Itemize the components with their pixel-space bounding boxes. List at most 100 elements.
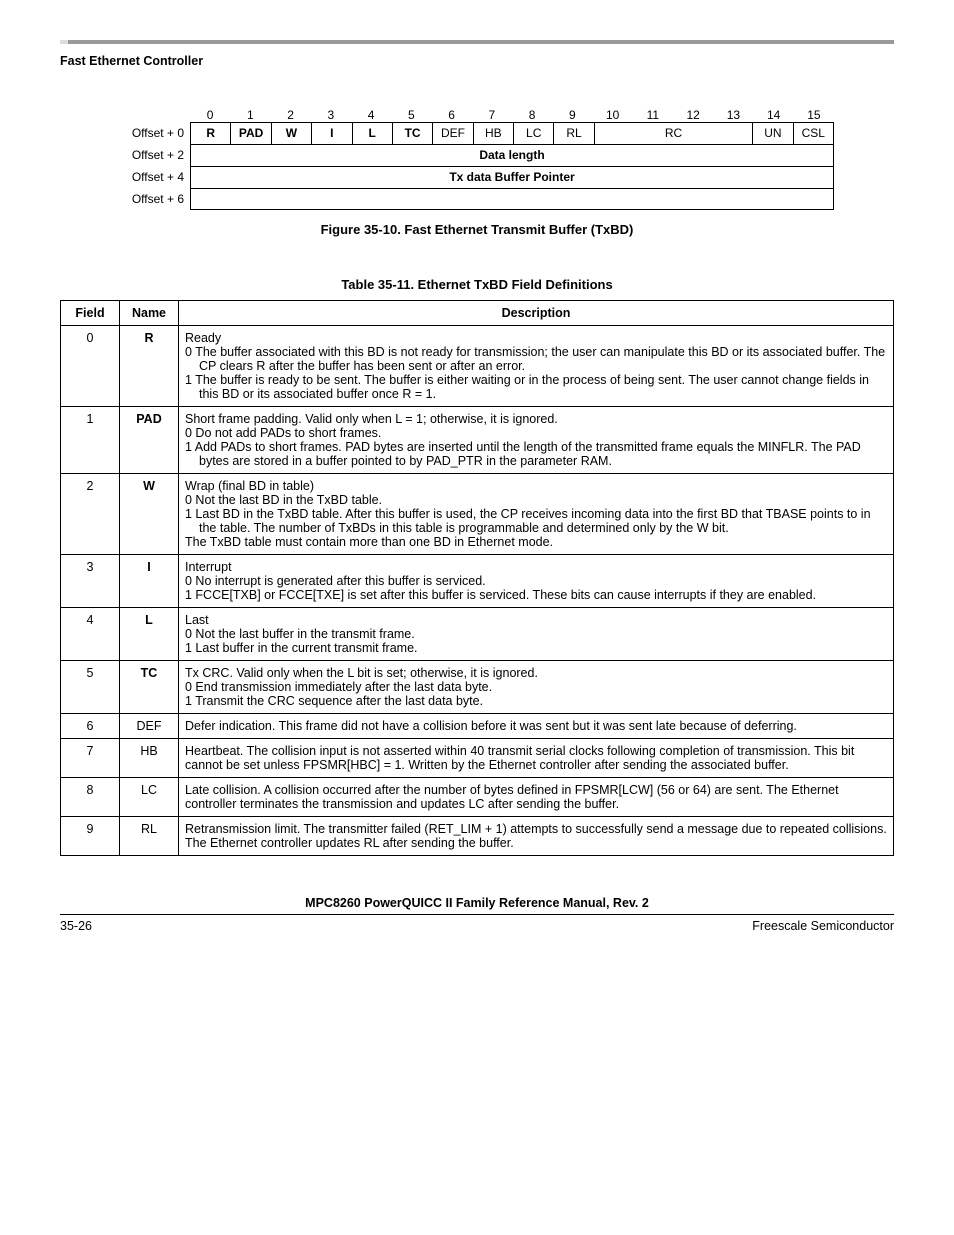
name-cell: PAD	[120, 407, 179, 474]
field-cell: 8	[61, 778, 120, 817]
bit-number: 0	[190, 108, 230, 122]
bit-number: 10	[593, 108, 633, 122]
bit-diagram: 0123456789101112131415 Offset + 0RPADWIL…	[120, 108, 834, 210]
bit-number: 6	[432, 108, 472, 122]
bit-cell: LC	[514, 123, 554, 144]
section-title: Fast Ethernet Controller	[60, 54, 894, 68]
offset-label: Offset + 4	[120, 166, 190, 188]
description-cell: Wrap (final BD in table)0 Not the last B…	[179, 474, 894, 555]
bit-cell: R	[191, 123, 231, 144]
table-row: 2WWrap (final BD in table)0 Not the last…	[61, 474, 894, 555]
description-cell: Retransmission limit. The transmitter fa…	[179, 817, 894, 856]
description-line: Retransmission limit. The transmitter fa…	[185, 822, 887, 850]
bit-number: 15	[794, 108, 834, 122]
bit-cell: RC	[595, 123, 754, 144]
name-cell: I	[120, 555, 179, 608]
bit-number: 14	[754, 108, 794, 122]
table-row: 3IInterrupt0 No interrupt is generated a…	[61, 555, 894, 608]
table-row: 9RLRetransmission limit. The transmitter…	[61, 817, 894, 856]
offset-label: Offset + 0	[120, 122, 190, 144]
description-line: Ready	[185, 331, 887, 345]
bit-cell: Tx data Buffer Pointer	[191, 167, 834, 188]
bit-number: 13	[713, 108, 753, 122]
field-cell: 9	[61, 817, 120, 856]
description-line: Wrap (final BD in table)	[185, 479, 887, 493]
bit-cell: L	[353, 123, 393, 144]
footer-vendor: Freescale Semiconductor	[752, 919, 894, 933]
description-line: 0 Not the last buffer in the transmit fr…	[185, 627, 887, 641]
bit-number: 9	[552, 108, 592, 122]
bit-cell: W	[272, 123, 312, 144]
description-line: Tx CRC. Valid only when the L bit is set…	[185, 666, 887, 680]
description-line: 1 Add PADs to short frames. PAD bytes ar…	[185, 440, 887, 468]
table-row: 1PAD Short frame padding. Valid only when…	[61, 407, 894, 474]
bit-row: Offset + 0RPADWILTCDEFHBLCRLRCUNCSL	[120, 122, 834, 144]
bit-cell	[191, 189, 834, 209]
field-cell: 3	[61, 555, 120, 608]
bit-cell: DEF	[433, 123, 473, 144]
table-caption: Table 35-11. Ethernet TxBD Field Definit…	[60, 277, 894, 292]
description-line: 1 Last buffer in the current transmit fr…	[185, 641, 887, 655]
field-cell: 6	[61, 714, 120, 739]
name-cell: LC	[120, 778, 179, 817]
description-line: Late collision. A collision occurred aft…	[185, 783, 887, 811]
bit-number: 5	[391, 108, 431, 122]
description-cell: Defer indication. This frame did not hav…	[179, 714, 894, 739]
bit-cell: I	[312, 123, 352, 144]
description-cell: Last0 Not the last buffer in the transmi…	[179, 608, 894, 661]
name-cell: L	[120, 608, 179, 661]
table-header: Name	[120, 301, 179, 326]
description-line: 1 FCCE[TXB] or FCCE[TXE] is set after th…	[185, 588, 887, 602]
table-row: 6DEF Defer indication. This frame did not…	[61, 714, 894, 739]
bit-cell: RL	[554, 123, 594, 144]
bit-number: 1	[230, 108, 270, 122]
table-row: 8LCLate collision. A collision occurred …	[61, 778, 894, 817]
description-line: 1 Last BD in the TxBD table. After this …	[185, 507, 887, 535]
table-header: Description	[179, 301, 894, 326]
name-cell: DEF	[120, 714, 179, 739]
description-line: Short frame padding. Valid only when L =…	[185, 412, 887, 426]
top-rule	[60, 40, 894, 44]
name-cell: HB	[120, 739, 179, 778]
description-line: 0 No interrupt is generated after this b…	[185, 574, 887, 588]
bit-row: Offset + 2Data length	[120, 144, 834, 166]
footer-rule	[60, 914, 894, 915]
field-definitions-table: FieldNameDescription 0RReady0 The buffer…	[60, 300, 894, 856]
bit-number: 11	[633, 108, 673, 122]
footer-manual: MPC8260 PowerQUICC II Family Reference M…	[60, 896, 894, 910]
description-line: 1 Transmit the CRC sequence after the la…	[185, 694, 887, 708]
table-row: 5TCTx CRC. Valid only when the L bit is …	[61, 661, 894, 714]
bit-cell: HB	[474, 123, 514, 144]
bit-row: Offset + 6	[120, 188, 834, 210]
name-cell: W	[120, 474, 179, 555]
table-row: 4LLast0 Not the last buffer in the trans…	[61, 608, 894, 661]
offset-label: Offset + 6	[120, 188, 190, 210]
table-row: 7HBHeartbeat. The collision input is not…	[61, 739, 894, 778]
description-line: 1 The buffer is ready to be sent. The bu…	[185, 373, 887, 401]
figure-caption: Figure 35-10. Fast Ethernet Transmit Buf…	[60, 222, 894, 237]
field-cell: 0	[61, 326, 120, 407]
description-line: Last	[185, 613, 887, 627]
bit-cell: UN	[753, 123, 793, 144]
description-cell: Heartbeat. The collision input is not as…	[179, 739, 894, 778]
bit-number: 2	[271, 108, 311, 122]
footer-row: 35-26 Freescale Semiconductor	[60, 919, 894, 933]
name-cell: RL	[120, 817, 179, 856]
table-row: 0R Ready0 The buffer associated with this…	[61, 326, 894, 407]
description-line: 0 The buffer associated with this BD is …	[185, 345, 887, 373]
description-line: 0 Do not add PADs to short frames.	[185, 426, 887, 440]
description-line: Defer indication. This frame did not hav…	[185, 719, 887, 733]
field-cell: 1	[61, 407, 120, 474]
bit-cell: Data length	[191, 145, 834, 166]
description-cell: Late collision. A collision occurred aft…	[179, 778, 894, 817]
footer-page: 35-26	[60, 919, 92, 933]
description-line: 0 Not the last BD in the TxBD table.	[185, 493, 887, 507]
bit-number: 3	[311, 108, 351, 122]
bit-cell: CSL	[794, 123, 834, 144]
bit-numbers: 0123456789101112131415	[190, 108, 834, 122]
description-cell: Short frame padding. Valid only when L =…	[179, 407, 894, 474]
bit-cell: TC	[393, 123, 433, 144]
description-line: 0 End transmission immediately after the…	[185, 680, 887, 694]
bit-number: 7	[472, 108, 512, 122]
name-cell: R	[120, 326, 179, 407]
